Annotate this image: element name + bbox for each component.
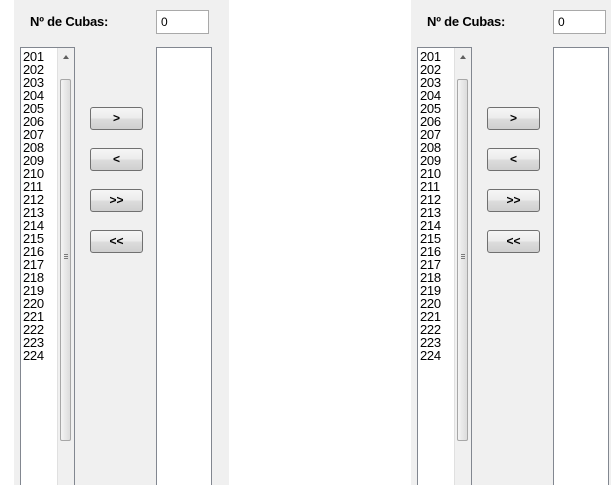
remove-all-button[interactable]: <<	[487, 230, 540, 253]
cubas-count-label: Nº de Cubas:	[30, 14, 109, 29]
scroll-grip-icon	[461, 254, 465, 260]
remove-selected-button[interactable]: <	[487, 148, 540, 171]
scroll-thumb[interactable]	[60, 79, 71, 441]
vertical-scrollbar[interactable]	[57, 48, 74, 485]
selected-cubas-list[interactable]	[553, 47, 609, 485]
screen: Nº de Cubas: 201202203204205206207208209…	[0, 0, 611, 485]
available-cubas-list[interactable]: 201 202 203 204 205 206 207 208 209 210 211 212 213 2…	[417, 47, 472, 485]
vertical-scrollbar[interactable]	[454, 48, 471, 485]
scroll-grip-icon	[64, 254, 68, 260]
remove-all-button[interactable]: <<	[90, 230, 143, 253]
cubas-count-label: Nº de Cubas:	[427, 14, 506, 29]
scroll-thumb[interactable]	[457, 79, 468, 441]
scroll-up-arrow-icon[interactable]	[455, 48, 471, 65]
selected-cubas-list[interactable]	[156, 47, 212, 485]
remove-selected-button[interactable]: <	[90, 148, 143, 171]
move-all-button[interactable]: >>	[90, 189, 143, 212]
move-all-button[interactable]: >>	[487, 189, 540, 212]
available-cubas-list[interactable]: 201 202 203 204 205 206 207 208 209 210 211 212 213 2…	[20, 47, 75, 485]
move-selected-button[interactable]: >	[487, 107, 540, 130]
cubas-count-input[interactable]	[553, 10, 606, 34]
right-panel: Nº de Cubas: 201202203204205206207208209…	[411, 0, 611, 485]
cubas-count-input[interactable]	[156, 10, 209, 34]
move-selected-button[interactable]: >	[90, 107, 143, 130]
scroll-up-arrow-icon[interactable]	[58, 48, 74, 65]
left-panel: Nº de Cubas: 201202203204205206207208209…	[14, 0, 229, 485]
